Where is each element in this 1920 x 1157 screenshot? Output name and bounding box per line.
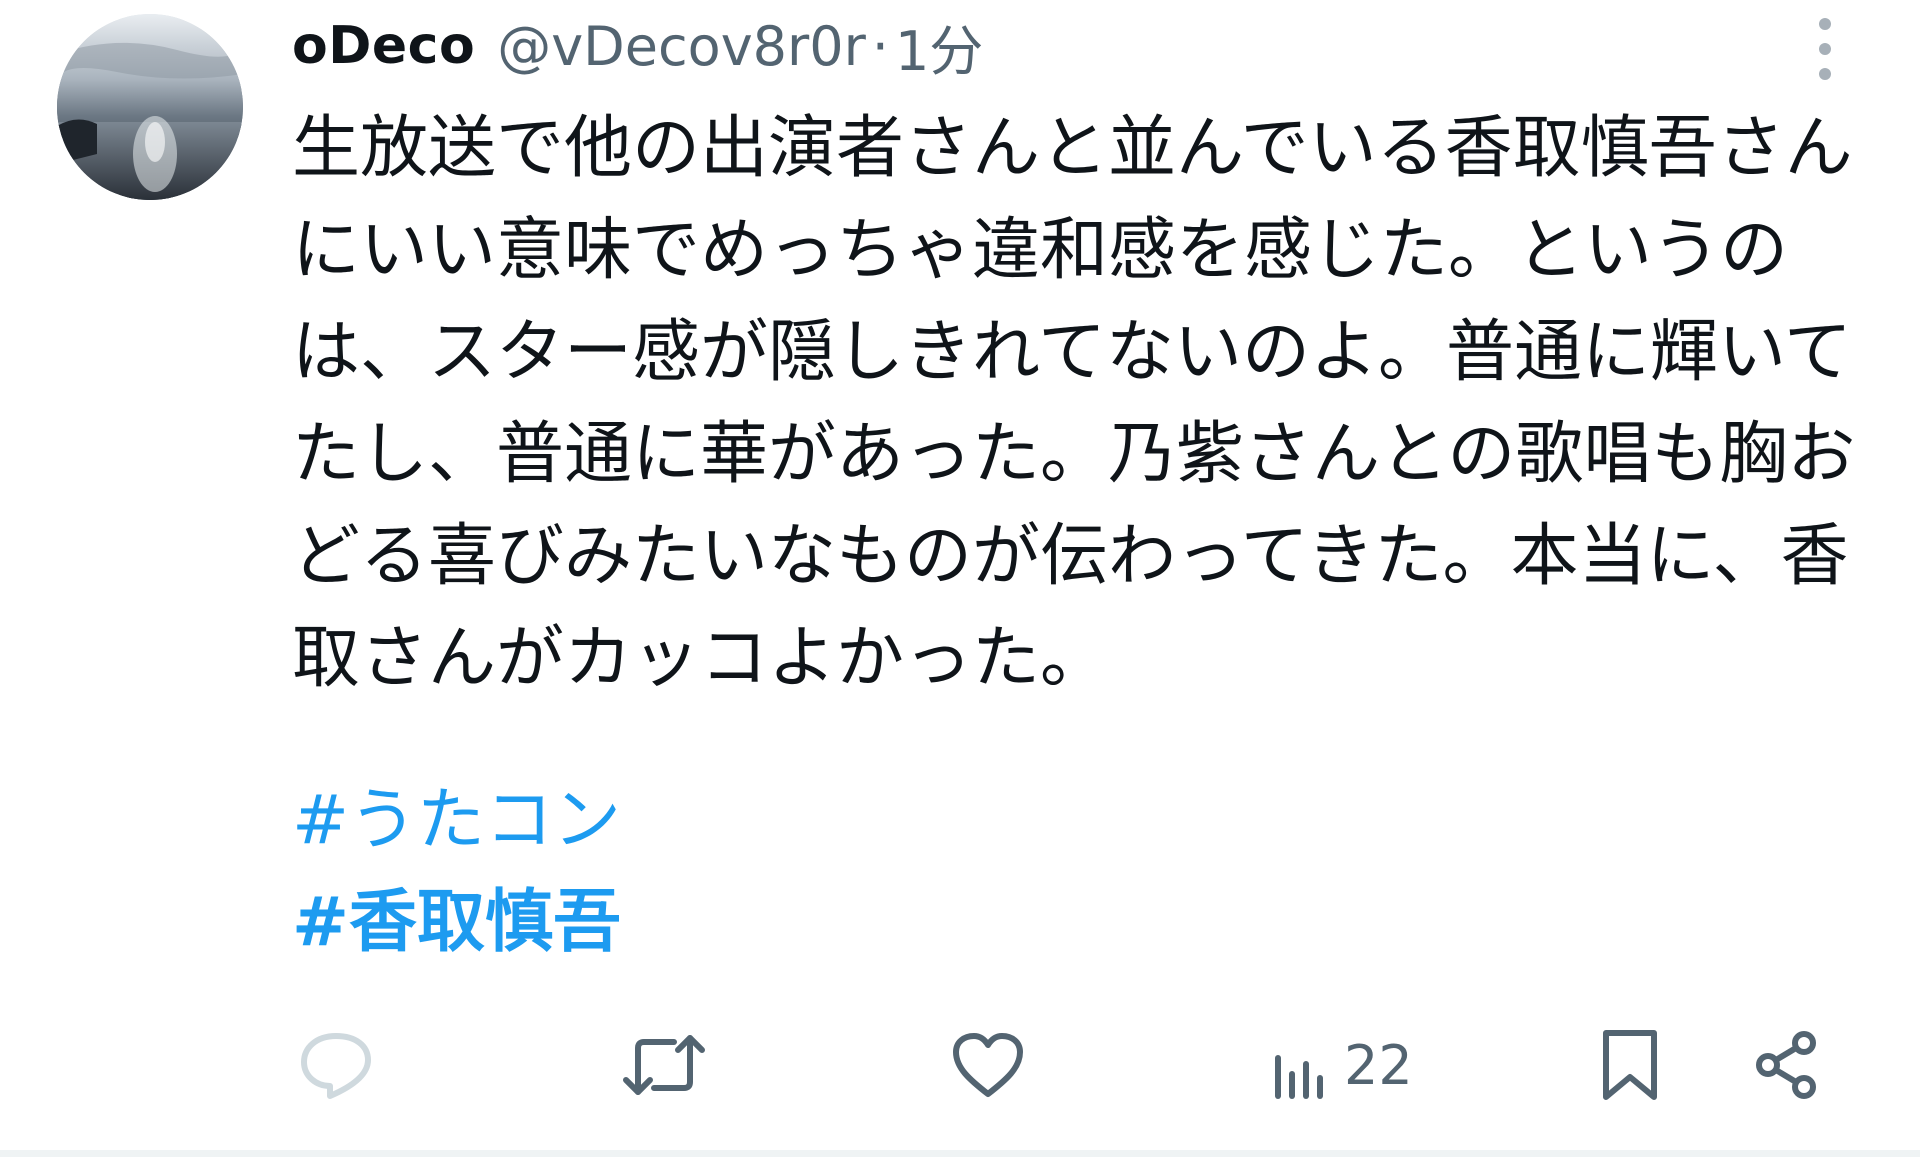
hashtag-link-katori[interactable]: #香取慎吾	[292, 872, 621, 974]
like-button[interactable]	[950, 1020, 1026, 1110]
bookmark-icon	[1603, 1030, 1657, 1100]
share-button[interactable]	[1752, 1020, 1822, 1110]
more-vertical-icon[interactable]	[1815, 18, 1835, 84]
retweet-icon	[623, 1035, 705, 1095]
tweet[interactable]: oDeco @vDecov8r0r · 1分 生放送で他の出演者さんと並んでいる…	[0, 0, 1920, 1150]
reply-icon	[301, 1033, 371, 1099]
user-handle[interactable]: @vDecov8r0r	[497, 15, 866, 78]
views-icon	[1275, 1055, 1323, 1099]
avatar-image	[57, 14, 243, 200]
separator-dot: ·	[871, 14, 889, 78]
views-button[interactable]: 22	[1270, 1020, 1413, 1110]
avatar[interactable]	[57, 14, 243, 200]
heart-icon	[953, 1033, 1023, 1097]
action-bar: 22	[0, 1020, 1920, 1110]
bookmark-button[interactable]	[1598, 1020, 1662, 1110]
bottom-divider	[0, 1150, 1920, 1157]
timestamp[interactable]: 1分	[895, 7, 983, 86]
reply-button[interactable]	[298, 1020, 374, 1110]
views-count: 22	[1344, 1033, 1413, 1097]
tweet-text: 生放送で他の出演者さんと並んでいる香取慎吾さんにいい意味でめっちゃ違和感を感じた…	[292, 109, 1856, 698]
retweet-button[interactable]	[620, 1020, 708, 1110]
share-icon	[1756, 1031, 1816, 1099]
hashtag-list: #うたコン #香取慎吾	[292, 770, 621, 974]
display-name[interactable]: oDeco	[292, 16, 475, 76]
hashtag-link-utacon[interactable]: #うたコン	[292, 770, 621, 872]
tweet-header: oDeco @vDecov8r0r · 1分	[292, 6, 983, 86]
